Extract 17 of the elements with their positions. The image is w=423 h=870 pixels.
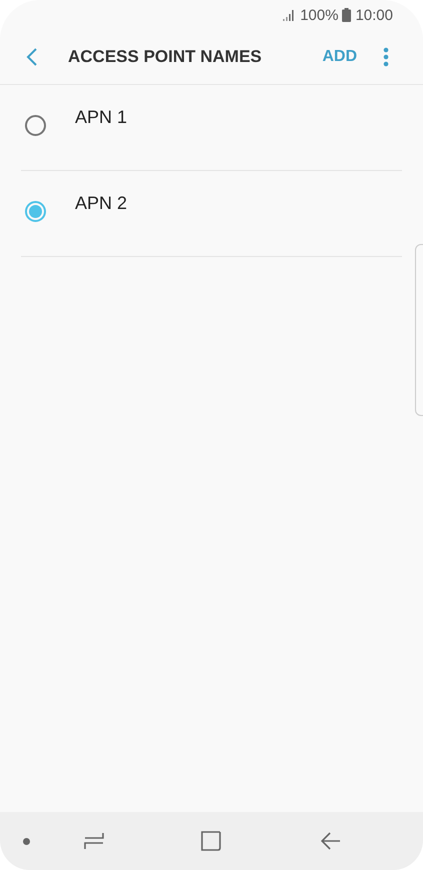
apn-list-item[interactable]: APN 1 [21,85,402,171]
back-icon [26,47,38,67]
signal-icon [282,9,296,21]
apn-list-item[interactable]: APN 2 [21,171,402,257]
back-arrow-icon [321,832,341,850]
radio-button[interactable] [25,201,46,222]
more-options-icon [383,47,389,67]
screen-title: ACCESS POINT NAMES [68,47,263,67]
apn-name: APN 2 [75,193,128,214]
battery-icon [342,8,352,22]
radio-button[interactable] [25,115,46,136]
battery-percentage: 100% [300,6,338,24]
recent-apps-icon [84,832,104,850]
clock: 10:00 [355,6,393,24]
dot-icon [23,838,30,844]
home-icon [201,831,221,851]
apn-name: APN 1 [75,107,128,128]
